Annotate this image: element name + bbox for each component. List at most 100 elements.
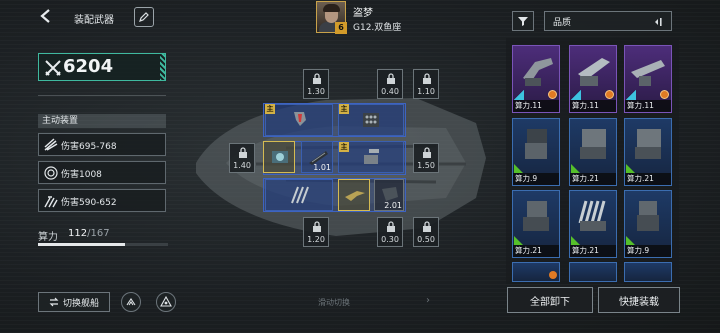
pilot-info[interactable]: 6 盗梦 G12.双鱼座	[315, 0, 435, 36]
gatling-turret-icon	[580, 129, 606, 159]
artillery-cannon-icon	[523, 58, 553, 86]
point-defense-icon	[637, 201, 659, 231]
tier-badge	[626, 164, 635, 173]
weapon-slot[interactable]	[265, 179, 333, 211]
slot-value: 0.50	[417, 235, 435, 244]
locked-slot[interactable]: 1.30	[303, 69, 329, 99]
slot-value: 1.50	[417, 161, 435, 170]
inventory-card[interactable]: 算力.11	[512, 45, 560, 113]
sort-order-icon	[655, 18, 662, 26]
switch-ship-button[interactable]: 切换舰船	[38, 292, 110, 312]
inventory-card[interactable]: 算力.21	[569, 118, 617, 186]
filter-button[interactable]	[512, 11, 534, 31]
locked-slot[interactable]: 1.40	[229, 143, 255, 173]
card-compute-label: 算力.9	[625, 245, 671, 257]
card-compute-label: 算力.11	[570, 100, 616, 112]
main-weapon-badge: 主	[339, 104, 349, 114]
compute-label: 算力	[38, 232, 58, 243]
switch-ship-label: 切换舰船	[62, 298, 99, 309]
edit-loadout-button[interactable]	[134, 7, 154, 27]
tier-badge	[514, 236, 523, 245]
inventory-card-partial[interactable]	[624, 262, 672, 282]
card-compute-label: 算力.21	[570, 245, 616, 257]
weapon-slot[interactable]: 2.01	[374, 179, 404, 211]
inventory-card[interactable]: 算力.21	[624, 118, 672, 186]
lock-icon	[387, 73, 395, 84]
mod-slot-icon	[549, 271, 557, 279]
locked-slot[interactable]: 0.40	[377, 69, 403, 99]
slot-value: 1.20	[307, 235, 325, 244]
drone-swarm-icon	[44, 196, 58, 208]
compute-max: /167	[87, 228, 110, 239]
missile-pod-icon	[363, 113, 379, 127]
main-weapon-badge: 主	[265, 104, 275, 114]
card-compute-label: 算力.9	[513, 173, 559, 185]
lock-icon	[423, 147, 431, 158]
weapon-slot[interactable]: 1.01	[301, 141, 333, 173]
unequip-all-button[interactable]: 全部卸下	[507, 287, 593, 313]
inventory-card[interactable]: 算力.9	[512, 118, 560, 186]
locked-slot[interactable]: 0.30	[377, 217, 403, 247]
drone-bay-icon	[291, 186, 309, 204]
active-device-3[interactable]: 伤害590-652	[38, 189, 166, 212]
funnel-icon	[518, 17, 528, 26]
active-device-label: 伤害695-768	[61, 142, 117, 152]
inventory-card-partial[interactable]	[569, 262, 617, 282]
lock-icon	[313, 73, 321, 84]
multi-barrel-launcher-icon	[578, 200, 606, 231]
swap-icon	[49, 297, 59, 307]
tier-badge	[514, 164, 523, 173]
weapon-slot-selected[interactable]	[338, 179, 370, 211]
formation-button[interactable]	[121, 292, 141, 312]
quick-equip-button[interactable]: 快捷装载	[598, 287, 680, 313]
tier-badge	[571, 236, 580, 245]
pilot-name: 盗梦	[353, 8, 373, 19]
lock-icon	[423, 73, 431, 84]
squad-button[interactable]	[156, 292, 176, 312]
compute-value: 112/167	[68, 228, 110, 239]
weapon-slot-selected[interactable]	[263, 141, 295, 173]
active-device-1[interactable]: 伤害695-768	[38, 133, 166, 156]
back-button[interactable]	[36, 8, 56, 28]
lock-icon	[387, 221, 395, 232]
mod-slot-icon	[660, 90, 669, 99]
slot-value: 1.30	[307, 87, 325, 96]
delta-icon	[160, 296, 172, 307]
mod-slot-icon	[605, 90, 614, 99]
tier-badge	[571, 164, 580, 173]
locked-slot[interactable]: 1.10	[413, 69, 439, 99]
tier-badge	[626, 90, 636, 100]
inventory-card[interactable]: 算力.9	[624, 190, 672, 258]
active-device-2[interactable]: 伤害1008	[38, 161, 166, 184]
autocannon-icon	[525, 129, 547, 159]
back-arrow-icon	[40, 9, 50, 23]
inventory-card-partial[interactable]	[512, 262, 560, 282]
tier-badge	[571, 90, 581, 100]
weapon-slot[interactable]	[265, 104, 333, 136]
locked-slot[interactable]: 1.20	[303, 217, 329, 247]
mod-slot-icon	[548, 90, 557, 99]
chevron-right-icon: ›	[426, 295, 430, 306]
locked-slot[interactable]: 1.50	[413, 143, 439, 173]
fleet-icon	[126, 298, 136, 306]
hangar-module-icon	[272, 151, 288, 163]
card-compute-label: 算力.11	[513, 100, 559, 112]
sort-select[interactable]: 品质	[544, 11, 672, 31]
inventory-card[interactable]: 算力.21	[569, 190, 617, 258]
missile-icon	[44, 138, 58, 151]
gatling-turret-icon	[635, 129, 661, 159]
divider	[38, 95, 166, 96]
slot-value: 1.40	[233, 161, 251, 170]
inventory-card[interactable]: 算力.11	[624, 45, 672, 113]
inventory-card[interactable]: 算力.21	[512, 190, 560, 258]
locked-slot[interactable]: 0.50	[413, 217, 439, 247]
slot-value: 1.10	[417, 87, 435, 96]
active-device-label: 伤害1008	[61, 170, 102, 180]
card-compute-label: 算力.11	[625, 100, 671, 112]
pilot-level-badge: 6	[335, 22, 347, 34]
pencil-icon	[139, 12, 149, 22]
swipe-hint: 滑动切换	[318, 298, 350, 307]
inventory-card[interactable]: 算力.11	[569, 45, 617, 113]
turret-icon	[364, 149, 379, 164]
lock-icon	[423, 221, 431, 232]
